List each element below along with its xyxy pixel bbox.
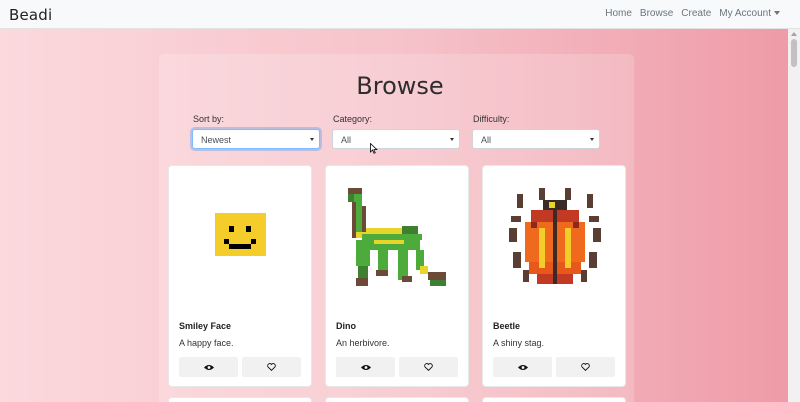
scroll-up-arrow-icon[interactable] — [791, 32, 797, 36]
nav-browse[interactable]: Browse — [640, 8, 673, 19]
beetle-pixel-art — [509, 188, 601, 284]
difficulty-select[interactable]: All — [472, 129, 600, 149]
my-account-label: My Account — [719, 8, 771, 19]
like-button[interactable] — [242, 357, 301, 377]
card-description: An herbivore. — [336, 338, 390, 348]
view-button[interactable] — [493, 357, 552, 377]
chevron-down-icon — [774, 11, 780, 16]
select-arrow-icon — [590, 138, 594, 141]
card-description: A happy face. — [179, 338, 234, 348]
category-select[interactable]: All — [332, 129, 460, 149]
card-title: Beetle — [493, 321, 521, 331]
eye-icon — [517, 364, 528, 370]
card-title: Dino — [336, 321, 356, 331]
navbar: Beadi Home Browse Create My Account — [0, 0, 800, 29]
dino-pixel-art — [348, 188, 446, 286]
heart-icon — [424, 363, 433, 371]
brand-logo[interactable]: Beadi — [9, 6, 52, 24]
view-button[interactable] — [336, 357, 395, 377]
nav-create[interactable]: Create — [681, 8, 711, 19]
select-arrow-icon — [310, 138, 314, 141]
pattern-card[interactable]: Smiley Face A happy face. — [168, 165, 312, 387]
mouse-cursor-icon — [370, 143, 378, 154]
view-button[interactable] — [179, 357, 238, 377]
sort-select[interactable]: Newest — [192, 129, 320, 149]
pattern-card[interactable]: Dino An herbivore. — [325, 165, 469, 387]
pattern-card-partial[interactable] — [482, 397, 626, 402]
eye-icon — [360, 364, 371, 370]
category-value: All — [341, 135, 352, 145]
like-button[interactable] — [399, 357, 458, 377]
heart-icon — [581, 363, 590, 371]
card-description: A shiny stag. — [493, 338, 545, 348]
sort-value: Newest — [201, 135, 232, 145]
eye-icon — [203, 364, 214, 370]
nav-my-account[interactable]: My Account — [719, 8, 780, 19]
pattern-card-partial[interactable] — [168, 397, 312, 402]
page-title: Browse — [356, 72, 444, 100]
pattern-card-partial[interactable] — [325, 397, 469, 402]
smiley-face-pixel-art — [215, 213, 266, 256]
card-title: Smiley Face — [179, 321, 232, 331]
nav-links: Home Browse Create My Account — [605, 8, 780, 19]
pattern-card[interactable]: Beetle A shiny stag. — [482, 165, 626, 387]
nav-home[interactable]: Home — [605, 8, 632, 19]
sort-label: Sort by: — [193, 114, 225, 124]
difficulty-label: Difficulty: — [473, 114, 510, 124]
heart-icon — [267, 363, 276, 371]
category-label: Category: — [333, 114, 373, 124]
like-button[interactable] — [556, 357, 615, 377]
scroll-thumb[interactable] — [791, 39, 797, 67]
difficulty-value: All — [481, 135, 492, 145]
select-arrow-icon — [450, 138, 454, 141]
